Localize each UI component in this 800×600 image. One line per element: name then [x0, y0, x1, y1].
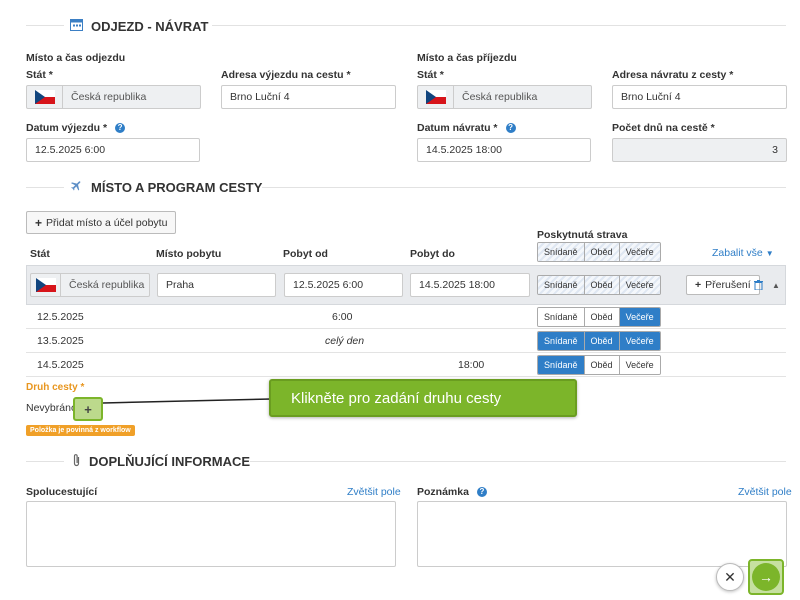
note-textarea[interactable] [417, 501, 787, 567]
arrival-country-field[interactable]: Česká republika [417, 85, 592, 109]
calendar-icon [70, 18, 83, 34]
help-icon[interactable]: ? [115, 123, 126, 134]
close-button[interactable]: ✕ [716, 563, 744, 591]
meal-header-breakfast[interactable]: Snídaně [538, 243, 585, 261]
stay-meal-breakfast[interactable]: Snídaně [538, 276, 585, 294]
meal-header-group: Snídaně Oběd Večeře [537, 242, 661, 262]
table-row: 14.5.2025 18:00 [26, 353, 786, 377]
section-title-departure: ODJEZD - NÁVRAT [70, 18, 208, 34]
day3-dinner[interactable]: Večeře [619, 356, 660, 374]
day1-breakfast[interactable]: Snídaně [538, 308, 585, 326]
czech-flag-icon [35, 278, 56, 292]
tooltip: Klikněte pro zadání druhu cesty [269, 379, 577, 417]
day1-lunch[interactable]: Oběd [584, 308, 620, 326]
day-date: 13.5.2025 [37, 335, 84, 347]
enlarge-note-link[interactable]: Zvětšit pole [738, 486, 792, 498]
add-place-button[interactable]: + Přidat místo a účel pobytu [26, 211, 177, 234]
days-count-field: 3 [612, 138, 787, 162]
plus-icon: + [35, 215, 43, 230]
departure-date-input[interactable]: 12.5.2025 6:00 [26, 138, 200, 162]
day2-dinner[interactable]: Večeře [619, 332, 660, 350]
divider [212, 25, 786, 26]
czech-flag-icon [34, 90, 55, 104]
departure-address-label: Adresa výjezdu na cestu * [221, 69, 351, 81]
plus-icon: + [84, 401, 92, 417]
col-header-to: Pobyt do [410, 248, 455, 260]
section-title-program: MÍSTO A PROGRAM CESTY [70, 179, 262, 195]
stay-place-input[interactable]: Praha [157, 273, 276, 297]
divider [26, 461, 64, 462]
trip-type-value: Nevybráno [26, 402, 77, 414]
col-header-from: Pobyt od [283, 248, 328, 260]
help-icon[interactable]: ? [505, 123, 516, 134]
section-title-additional: DOPLŇUJÍCÍ INFORMACE [72, 453, 250, 470]
help-icon[interactable]: ? [476, 487, 487, 498]
arrival-country-label: Stát * [417, 69, 444, 81]
enlarge-companions-link[interactable]: Zvětšit pole [347, 486, 401, 498]
table-row: 13.5.2025 celý den [26, 329, 786, 353]
return-address-input[interactable]: Brno Luční 4 [612, 85, 787, 109]
trash-icon[interactable] [754, 280, 763, 293]
caret-up-icon[interactable]: ▲ [772, 281, 780, 290]
day-time: 18:00 [458, 359, 485, 371]
meal-header-dinner[interactable]: Večeře [619, 243, 660, 261]
return-address-label: Adresa návratu z cesty * [612, 69, 734, 81]
stay-meal-group: Snídaně Oběd Večeře [537, 275, 661, 295]
day-date: 12.5.2025 [37, 311, 84, 323]
day2-meals: Snídaně Oběd Večeře [537, 331, 661, 351]
interruption-button[interactable]: + Přerušení [686, 275, 760, 295]
stay-from-input[interactable]: 12.5.2025 6:00 [284, 273, 403, 297]
caret-down-icon: ▼ [765, 249, 774, 258]
trip-type-label: Druh cesty * [26, 382, 85, 393]
day2-lunch[interactable]: Oběd [584, 332, 620, 350]
czech-flag-icon [425, 90, 446, 104]
days-count-label: Počet dnů na cestě * [612, 122, 715, 134]
plus-icon: + [695, 279, 702, 291]
departure-group-label: Místo a čas odjezdu [26, 52, 126, 64]
stay-meal-lunch[interactable]: Oběd [584, 276, 620, 294]
divider [26, 25, 64, 26]
divider [250, 461, 786, 462]
companions-label: Spolucestující [26, 486, 98, 498]
return-date-label: Datum návratu *? [417, 122, 516, 134]
companions-textarea[interactable] [26, 501, 396, 567]
required-badge: Položka je povinná z workflow [26, 425, 135, 436]
day3-breakfast[interactable]: Snídaně [538, 356, 585, 374]
close-icon: ✕ [724, 568, 736, 585]
paperclip-icon [72, 453, 81, 470]
next-button-highlight[interactable]: → [748, 559, 784, 595]
day3-lunch[interactable]: Oběd [584, 356, 620, 374]
day1-dinner[interactable]: Večeře [619, 308, 660, 326]
divider [262, 187, 786, 188]
day1-meals: Snídaně Oběd Večeře [537, 307, 661, 327]
day-date: 14.5.2025 [37, 359, 84, 371]
tooltip-connector [103, 398, 272, 404]
stay-to-input[interactable]: 14.5.2025 18:00 [410, 273, 530, 297]
return-date-input[interactable]: 14.5.2025 18:00 [417, 138, 591, 162]
table-row: 12.5.2025 6:00 [26, 305, 786, 329]
col-header-country: Stát [30, 248, 50, 260]
departure-address-input[interactable]: Brno Luční 4 [221, 85, 396, 109]
add-trip-type-button[interactable]: + [73, 397, 103, 421]
day-time: celý den [325, 335, 365, 347]
divider [26, 187, 64, 188]
departure-country-label: Stát * [26, 69, 53, 81]
next-button[interactable]: → [752, 563, 780, 591]
note-label: Poznámka? [417, 486, 487, 498]
arrow-right-icon: → [759, 569, 773, 585]
day-time: 6:00 [332, 311, 353, 323]
meal-header-lunch[interactable]: Oběd [584, 243, 620, 261]
departure-country-field[interactable]: Česká republika [26, 85, 201, 109]
collapse-all-link[interactable]: Zabalit vše ▼ [712, 247, 774, 259]
stay-meal-dinner[interactable]: Večeře [619, 276, 660, 294]
meals-header: Poskytnutá strava [537, 229, 628, 241]
plane-icon [70, 179, 83, 195]
departure-date-label: Datum výjezdu *? [26, 122, 126, 134]
stay-country-field[interactable]: Česká republika [30, 273, 150, 297]
day3-meals: Snídaně Oběd Večeře [537, 355, 661, 375]
day2-breakfast[interactable]: Snídaně [538, 332, 585, 350]
arrival-group-label: Místo a čas příjezdu [417, 52, 517, 64]
col-header-place: Místo pobytu [156, 248, 222, 260]
